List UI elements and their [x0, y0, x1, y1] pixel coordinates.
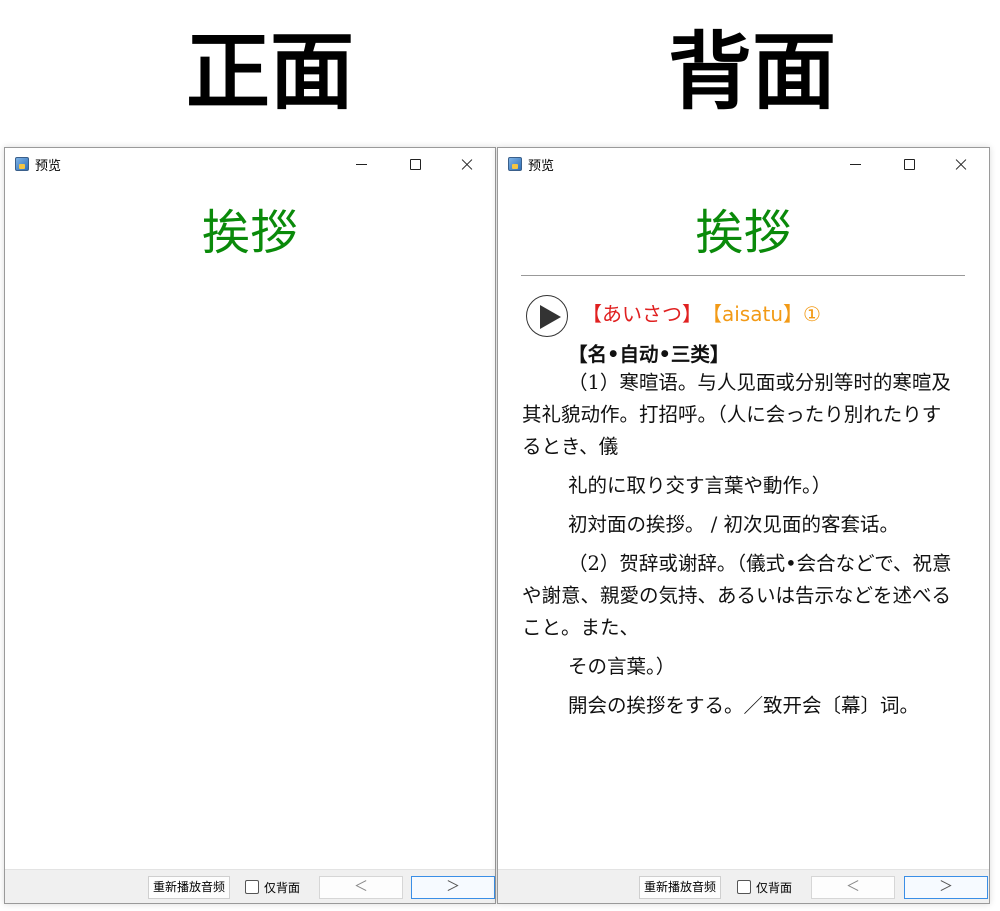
next-button[interactable]: ＞	[904, 876, 988, 899]
minimize-button[interactable]	[833, 148, 879, 180]
close-button[interactable]	[938, 148, 984, 180]
next-button[interactable]: ＞	[411, 876, 495, 899]
card-word: 挨拶	[695, 205, 792, 261]
reading-romaji: 【aisatu】①	[712, 302, 821, 326]
title-bar[interactable]: 预览	[498, 148, 989, 180]
back-only-label[interactable]: 仅背面	[264, 879, 300, 896]
app-icon	[15, 157, 29, 171]
definition-paragraph: （1）寒暄语。与人见面或分别等时的寒暄及其礼貌动作。打招呼。（人に会ったり別れた…	[522, 371, 951, 458]
window-title: 预览	[528, 159, 555, 174]
minimize-button[interactable]	[339, 148, 385, 180]
maximize-button[interactable]	[392, 148, 438, 180]
example-sentence: 初対面の挨拶。 / 初次见面的客套话。	[568, 513, 899, 536]
app-icon	[508, 157, 522, 171]
definition-paragraph: その言葉。）	[568, 655, 676, 678]
back-label: 背面	[667, 22, 836, 121]
preview-window-front: 预览 挨拶 重新播放音频 仅背面 ＜ ＞	[4, 147, 496, 904]
definition-text: 【名•自动•三类】 （1）寒暄语。与人见面或分别等时的寒暄及其礼貌动作。打招呼。…	[522, 343, 959, 722]
bottom-toolbar: 重新播放音频 仅背面 ＜ ＞	[498, 869, 989, 903]
bottom-toolbar: 重新播放音频 仅背面 ＜ ＞	[5, 869, 495, 903]
front-label: 正面	[185, 22, 354, 121]
back-only-checkbox[interactable]	[245, 880, 259, 894]
reading-line: 【あいさつ】 【aisatu】①	[582, 300, 821, 328]
card-word: 挨拶	[201, 205, 298, 261]
definition-paragraph: 礼的に取り交す言葉や動作。）	[568, 474, 832, 497]
divider	[521, 275, 965, 276]
maximize-button[interactable]	[886, 148, 932, 180]
replay-audio-button[interactable]: 重新播放音频	[639, 876, 722, 899]
play-icon[interactable]	[526, 295, 568, 337]
replay-audio-button[interactable]: 重新播放音频	[148, 876, 231, 899]
back-only-label[interactable]: 仅背面	[756, 879, 792, 896]
previous-button[interactable]: ＜	[319, 876, 403, 899]
part-of-speech: 【名•自动•三类】	[568, 343, 730, 366]
preview-window-back: 预览 挨拶 【あいさつ】 【aisatu】① 【名•自动•三类】 （1）寒暄语。与…	[497, 147, 990, 904]
window-title: 预览	[35, 159, 62, 174]
previous-button[interactable]: ＜	[811, 876, 895, 899]
title-bar[interactable]: 预览	[5, 148, 495, 180]
example-sentence: 開会の挨拶をする。／致开会〔幕〕词。	[568, 694, 920, 717]
reading-kana: 【あいさつ】	[582, 302, 702, 326]
close-button[interactable]	[444, 148, 490, 180]
definition-paragraph: （2）贺辞或谢辞。（儀式•会合などで、祝意や謝意、親愛の気持、あるいは告示などを…	[522, 552, 952, 639]
back-only-checkbox[interactable]	[737, 880, 751, 894]
